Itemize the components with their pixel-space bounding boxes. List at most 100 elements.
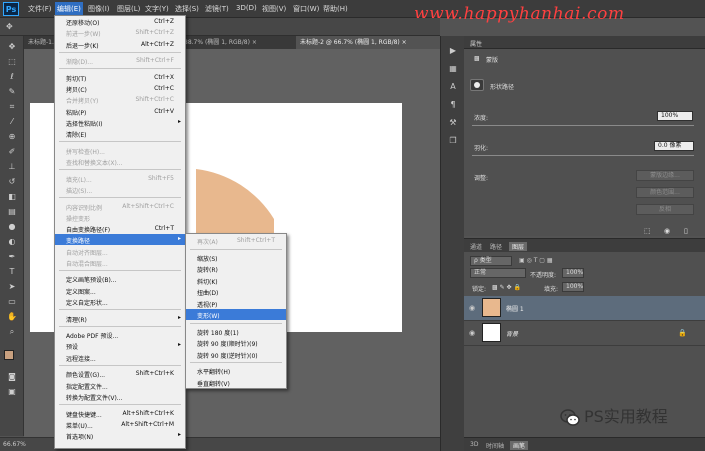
edit-menu-item[interactable]: 渐隐(D)... Shift+Ctrl+F: [55, 55, 185, 66]
marquee-tool-icon[interactable]: ⬚: [5, 57, 19, 67]
blend-mode-select[interactable]: 正常: [470, 268, 526, 278]
invert-button[interactable]: 反相: [636, 204, 694, 215]
edit-menu-item[interactable]: 拷贝(C) Ctrl+C: [55, 83, 185, 94]
menu-file[interactable]: 文件(F): [28, 4, 52, 14]
character-icon[interactable]: A: [447, 82, 459, 92]
edit-menu-item[interactable]: 预设 ▸: [55, 340, 185, 351]
transform-menu-item[interactable]: 垂直翻转(V): [186, 377, 286, 388]
transform-menu-item[interactable]: 透视(P): [186, 298, 286, 309]
load-selection-icon[interactable]: ⬚: [644, 227, 651, 235]
eraser-tool-icon[interactable]: ◧: [5, 192, 19, 202]
tab-document-3[interactable]: 未标题-2 @ 66.7% (椭圆 1, RGB/8) ×: [296, 36, 440, 49]
edit-menu-item[interactable]: 菜单(U)... Alt+Shift+Ctrl+M: [55, 419, 185, 430]
menu-type[interactable]: 文字(Y): [145, 4, 169, 14]
transform-menu-item[interactable]: 旋转 90 度(逆时针)(0): [186, 349, 286, 360]
transform-menu-item[interactable]: 再次(A) Shift+Ctrl+T: [186, 235, 286, 246]
layer-name[interactable]: 椭圆 1: [506, 304, 524, 313]
edit-menu-item[interactable]: 剪切(T) Ctrl+X: [55, 72, 185, 83]
blur-tool-icon[interactable]: ●: [5, 222, 19, 232]
filter-icons[interactable]: ▣ ◎ T ▢ ▦: [519, 257, 553, 264]
quick-select-tool-icon[interactable]: ✎: [5, 87, 19, 97]
menu-select[interactable]: 选择(S): [175, 4, 199, 14]
edit-menu-item[interactable]: 操控变形: [55, 212, 185, 223]
feather-slider[interactable]: [472, 155, 694, 156]
layer-filter-select[interactable]: ρ 类型: [470, 256, 512, 266]
dodge-tool-icon[interactable]: ◐: [5, 237, 19, 247]
transform-menu-item[interactable]: 变形(W): [186, 309, 286, 320]
transform-menu-item[interactable]: 水平翻转(H): [186, 365, 286, 376]
edit-menu-item[interactable]: 定义画笔预设(B)...: [55, 273, 185, 284]
tab-channels[interactable]: 通道: [470, 242, 482, 251]
vector-mask-icon[interactable]: [470, 79, 484, 91]
edit-menu-item[interactable]: 颜色设置(G)... Shift+Ctrl+K: [55, 368, 185, 379]
edit-menu-item[interactable]: 还原移动(O) Ctrl+Z: [55, 16, 185, 27]
brush-tool-icon[interactable]: ✐: [5, 147, 19, 157]
transform-menu-item[interactable]: 旋转 180 度(1): [186, 326, 286, 337]
edit-menu-item[interactable]: 选择性粘贴(I) ▸: [55, 117, 185, 128]
edit-menu-item[interactable]: 合并拷贝(Y) Shift+Ctrl+C: [55, 94, 185, 105]
edit-menu-item[interactable]: 指定配置文件...: [55, 380, 185, 391]
edit-menu-item[interactable]: 定义自定形状...: [55, 296, 185, 307]
layer-row[interactable]: ◉ 背景 🔒: [464, 321, 705, 346]
menu-3d[interactable]: 3D(D): [236, 4, 257, 12]
transform-menu-item[interactable]: 缩放(S): [186, 252, 286, 263]
edit-menu-item[interactable]: 转换为配置文件(V)...: [55, 391, 185, 402]
edit-menu-item[interactable]: 自由变换路径(F) Ctrl+T: [55, 223, 185, 234]
edit-menu-item[interactable]: 键盘快捷键... Alt+Shift+Ctrl+K: [55, 408, 185, 419]
play-icon[interactable]: ▶: [447, 46, 459, 56]
zoom-tool-icon[interactable]: ⌕: [5, 327, 19, 337]
edit-menu-item[interactable]: 拼写检查(H)...: [55, 145, 185, 156]
history-brush-icon[interactable]: ↺: [5, 177, 19, 187]
edit-menu-item[interactable]: 远程连接...: [55, 352, 185, 363]
edit-menu-item[interactable]: Adobe PDF 预设...: [55, 329, 185, 340]
screen-mode-icon[interactable]: ▣: [5, 387, 19, 397]
opacity-input[interactable]: 100%: [562, 268, 584, 278]
paragraph-icon[interactable]: ¶: [447, 100, 459, 110]
menu-view[interactable]: 视图(V): [262, 4, 286, 14]
quick-mask-icon[interactable]: ◙: [5, 372, 19, 382]
edit-menu-item[interactable]: 首选项(N) ▸: [55, 430, 185, 441]
delete-mask-icon[interactable]: ▯: [684, 227, 688, 235]
edit-menu-item[interactable]: 自动对齐图层...: [55, 246, 185, 257]
edit-menu-item[interactable]: 自动混合图层...: [55, 257, 185, 268]
stamp-tool-icon[interactable]: ⊥: [5, 162, 19, 172]
edit-menu-item[interactable]: 后退一步(K) Alt+Ctrl+Z: [55, 39, 185, 50]
transform-menu-item[interactable]: 旋转(R): [186, 263, 286, 274]
transform-menu-item[interactable]: 斜切(K): [186, 275, 286, 286]
edit-menu-item[interactable]: 描边(S)...: [55, 184, 185, 195]
pen-tool-icon[interactable]: ✒: [5, 252, 19, 262]
visibility-eye-icon[interactable]: ◉: [469, 329, 475, 337]
menu-help[interactable]: 帮助(H): [323, 4, 348, 14]
eyedropper-tool-icon[interactable]: ⁄: [5, 117, 19, 127]
transform-menu-item[interactable]: 扭曲(D): [186, 286, 286, 297]
visibility-eye-icon[interactable]: ◉: [469, 304, 475, 312]
tab-paths[interactable]: 路径: [490, 242, 502, 251]
menu-edit[interactable]: 编辑(E): [55, 2, 83, 16]
zoom-level[interactable]: 66.67%: [3, 441, 26, 448]
layer-name[interactable]: 背景: [506, 329, 518, 338]
edit-menu-item[interactable]: 查找和替换文本(X)...: [55, 156, 185, 167]
edit-menu-item[interactable]: 定义图案...: [55, 285, 185, 296]
color-range-button[interactable]: 颜色范围...: [636, 187, 694, 198]
gradient-tool-icon[interactable]: ▤: [5, 207, 19, 217]
tab-document-2[interactable]: …88.7% (椭圆 1, RGB/8) ×: [174, 36, 294, 49]
lock-icons[interactable]: ▩ ✎ ✥ 🔒: [492, 284, 521, 291]
layer-comps-icon[interactable]: ❐: [447, 136, 459, 146]
density-input[interactable]: 100%: [657, 111, 693, 121]
edit-menu-item[interactable]: 粘贴(P) Ctrl+V: [55, 106, 185, 117]
path-select-tool-icon[interactable]: ➤: [5, 282, 19, 292]
shape-tool-icon[interactable]: ▭: [5, 297, 19, 307]
feather-input[interactable]: 0.0 像素: [654, 141, 694, 151]
move-tool-icon[interactable]: ✥: [5, 42, 19, 52]
view-mask-icon[interactable]: ◉: [664, 227, 670, 235]
foreground-color-swatch[interactable]: [4, 350, 14, 360]
menu-window[interactable]: 窗口(W): [293, 4, 319, 14]
edit-menu-item[interactable]: 前进一步(W) Shift+Ctrl+Z: [55, 27, 185, 38]
edit-menu-item[interactable]: 内容识别比例 Alt+Shift+Ctrl+C: [55, 201, 185, 212]
menu-filter[interactable]: 滤镜(T): [205, 4, 229, 14]
transform-menu-item[interactable]: 旋转 90 度(顺时针)(9): [186, 337, 286, 348]
layer-row[interactable]: ◉ 椭圆 1: [464, 296, 705, 321]
histogram-icon[interactable]: ▦: [447, 64, 459, 74]
edit-menu-item[interactable]: 填充(L)... Shift+F5: [55, 173, 185, 184]
menu-image[interactable]: 图像(I): [88, 4, 110, 14]
